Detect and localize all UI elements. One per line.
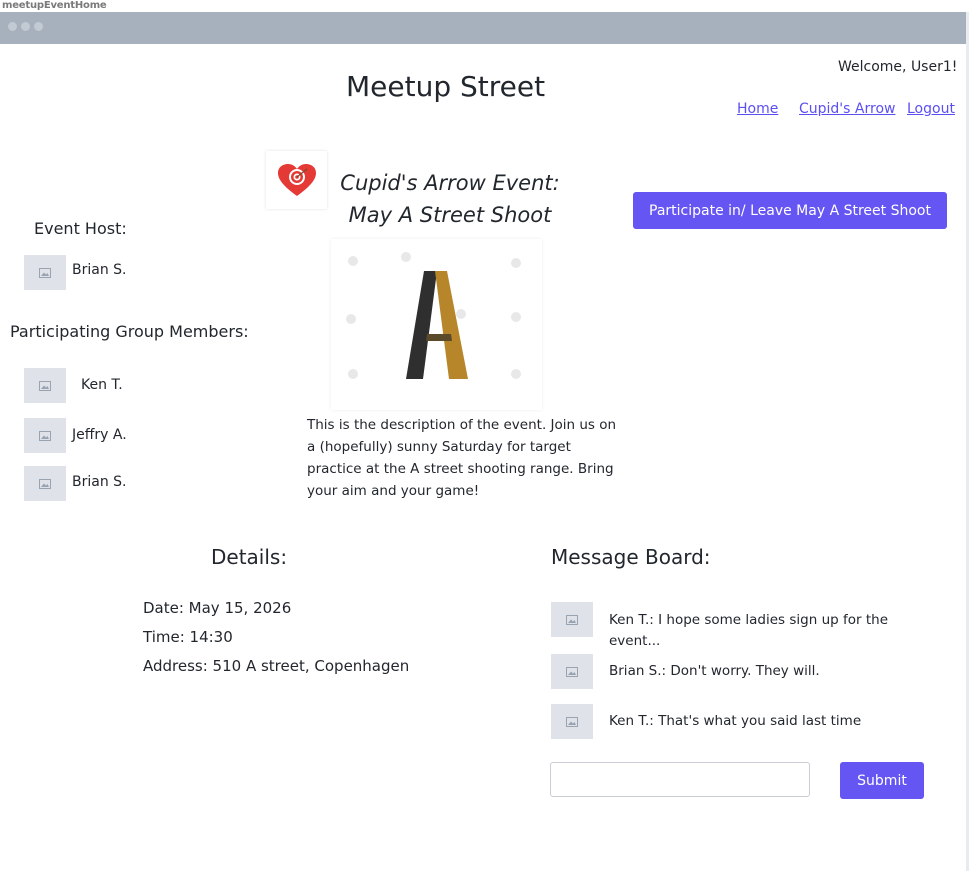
heart-target-icon (277, 164, 316, 196)
image-placeholder-icon (39, 267, 51, 278)
avatar (24, 368, 66, 403)
event-description: This is the description of the event. Jo… (307, 417, 617, 499)
event-image (331, 239, 542, 410)
event-title: Cupid's Arrow Event: May A Street Shoot (330, 167, 570, 231)
close-window-dot[interactable] (8, 22, 17, 31)
participants-heading: Participating Group Members: (10, 322, 249, 341)
image-placeholder-icon (566, 716, 578, 727)
image-placeholder-icon (566, 666, 578, 677)
window-controls (8, 22, 43, 31)
avatar (551, 654, 593, 689)
image-placeholder-icon (39, 380, 51, 391)
window-titlebar (0, 12, 966, 44)
message-input[interactable] (550, 762, 810, 797)
nav-link-home[interactable]: Home (737, 101, 778, 117)
maximize-window-dot[interactable] (34, 22, 43, 31)
event-logo (266, 151, 327, 209)
image-placeholder-icon (566, 614, 578, 625)
event-title-line-1: Cupid's Arrow Event: (340, 171, 560, 195)
welcome-message: Welcome, User1! (838, 59, 958, 75)
participate-leave-button[interactable]: Participate in/ Leave May A Street Shoot (633, 192, 947, 229)
event-date: Date: May 15, 2026 (143, 599, 292, 617)
avatar (551, 704, 593, 739)
member-name: Jeffry A. (72, 427, 127, 443)
nav-link-logout[interactable]: Logout (907, 101, 955, 117)
host-name: Brian S. (72, 262, 127, 278)
avatar (24, 255, 66, 290)
nav-link-cupids-arrow[interactable]: Cupid's Arrow (799, 101, 895, 117)
message-item: Ken T.: I hope some ladies sign up for t… (609, 612, 889, 649)
letter-a-image (346, 252, 521, 379)
event-time: Time: 14:30 (143, 628, 233, 646)
avatar (24, 418, 66, 453)
details-heading: Details: (211, 545, 288, 569)
message-item: Brian S.: Don't worry. They will. (609, 663, 820, 679)
message-item: Ken T.: That's what you said last time (609, 713, 862, 729)
minimize-window-dot[interactable] (21, 22, 30, 31)
avatar (551, 602, 593, 637)
member-name: Brian S. (72, 474, 127, 490)
event-title-line-2: May A Street Shoot (348, 203, 552, 227)
avatar (24, 466, 66, 501)
message-board-heading: Message Board: (551, 545, 711, 569)
image-placeholder-icon (39, 430, 51, 441)
submit-button[interactable]: Submit (840, 762, 924, 799)
member-name: Ken T. (81, 377, 123, 393)
event-address: Address: 510 A street, Copenhagen (143, 657, 410, 675)
event-host-heading: Event Host: (34, 219, 127, 238)
window-title: meetupEventHome (2, 0, 107, 11)
image-placeholder-icon (39, 478, 51, 489)
site-title: Meetup Street (346, 70, 546, 103)
